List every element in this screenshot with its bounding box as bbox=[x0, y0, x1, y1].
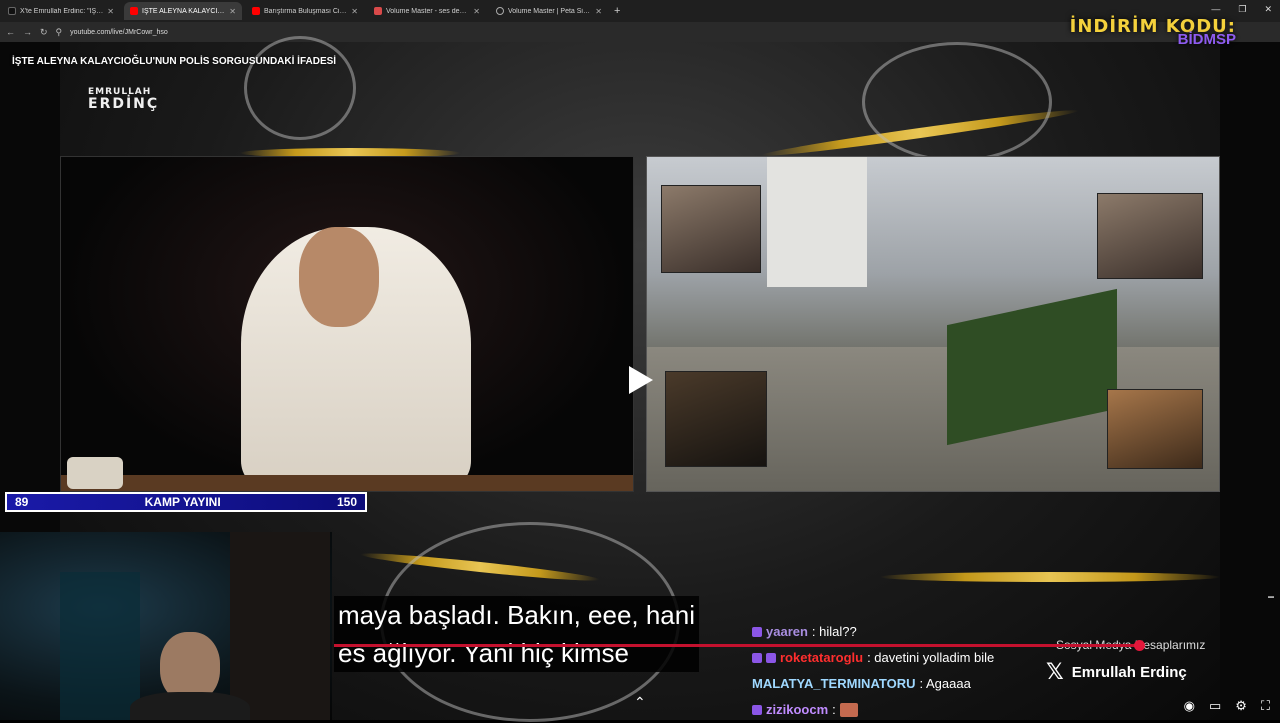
youtube-favicon-icon bbox=[252, 7, 260, 15]
photo-thumb bbox=[1107, 389, 1203, 469]
subtitle-box: maya başladı. Bakın, eee, hani es ağlıyo… bbox=[334, 596, 700, 672]
cup bbox=[67, 457, 123, 489]
tab-label: Volume Master - ses denetleyici bbox=[386, 7, 470, 15]
chat-username: yaaren bbox=[766, 624, 808, 639]
photo-thumb bbox=[665, 371, 767, 467]
promo-code-overlay: İNDİRİM KODU: BİDMSP bbox=[1070, 16, 1236, 48]
badge-icon bbox=[766, 653, 776, 663]
window-controls: — ❐ ✕ bbox=[1211, 4, 1272, 15]
building bbox=[767, 157, 867, 287]
browser-tab[interactable]: Volume Master - ses denetleyici✕ bbox=[368, 2, 486, 20]
stream-title: İŞTE ALEYNA KALAYCIOĞLU'NUN POLİS SORGUS… bbox=[12, 56, 337, 67]
close-icon[interactable]: ✕ bbox=[107, 7, 114, 16]
x-handle-text: Emrullah Erdinç bbox=[1071, 664, 1187, 681]
camp-label: KAMP YAYINI bbox=[144, 495, 221, 509]
camp-goal: 150 bbox=[336, 495, 357, 509]
badge-icon bbox=[752, 653, 762, 663]
camp-progress-bar: 89 KAMP YAYINI 150 bbox=[5, 492, 367, 512]
chat-message: roketataroglu : davetini yolladim bile bbox=[752, 645, 1052, 671]
magnifier-decor bbox=[244, 36, 356, 140]
new-tab-button[interactable]: + bbox=[614, 5, 620, 17]
tab-label: İŞTE ALEYNA KALAYCIOĞLU bbox=[142, 7, 225, 15]
play-icon[interactable] bbox=[629, 366, 653, 394]
forward-arrow-icon[interactable]: → bbox=[23, 27, 32, 37]
desk bbox=[61, 475, 633, 491]
side-indicator: ▬ bbox=[1268, 594, 1274, 600]
chat-message: yaaren : hilal?? bbox=[752, 619, 1052, 645]
photo-thumb bbox=[1097, 193, 1203, 279]
badge-icon bbox=[752, 627, 762, 637]
news-photo-panel bbox=[646, 156, 1220, 492]
decor-streak bbox=[880, 572, 1220, 582]
chat-username: roketataroglu bbox=[780, 650, 864, 665]
magnifier-decor bbox=[862, 42, 1052, 162]
fullscreen-icon[interactable]: ⛶ bbox=[1261, 698, 1270, 714]
progress-scrubber[interactable] bbox=[1134, 640, 1145, 651]
site-info-icon[interactable]: ⚲ bbox=[56, 27, 63, 38]
x-logo-icon: 𝕏 bbox=[1046, 660, 1064, 685]
close-icon[interactable]: ✕ bbox=[351, 7, 358, 16]
gear-icon[interactable]: ⚙ bbox=[1235, 698, 1247, 714]
store-favicon-icon bbox=[374, 7, 382, 15]
autoplay-icon[interactable]: ◉ bbox=[1184, 698, 1195, 714]
speaker-video-panel bbox=[60, 156, 634, 492]
tab-label: Volume Master | Peta Sittek bbox=[508, 7, 592, 15]
browser-tab[interactable]: Volume Master | Peta Sittek ✕ bbox=[490, 2, 608, 20]
reload-icon[interactable]: ↻ bbox=[40, 27, 48, 38]
url-field[interactable]: youtube.com/live/JMrCowr_hso bbox=[70, 29, 168, 36]
close-icon[interactable]: ✕ bbox=[473, 7, 480, 16]
photo-thumb bbox=[661, 185, 761, 273]
channel-logo: EMRULLAH ERDİNÇ bbox=[88, 88, 160, 112]
cc-icon[interactable]: ▭ bbox=[1209, 698, 1221, 714]
speaker-head bbox=[299, 227, 379, 327]
x-handle: 𝕏 Emrullah Erdinç bbox=[1046, 660, 1187, 685]
video-progress-bar[interactable] bbox=[334, 644, 1140, 647]
video-player[interactable]: İŞTE ALEYNA KALAYCIOĞLU'NUN POLİS SORGUS… bbox=[0, 36, 1280, 722]
tab-label: Barıştırma Buluşması Cinayetle bbox=[264, 7, 348, 15]
x-favicon-icon bbox=[8, 7, 16, 15]
tab-label: X'te Emrullah Erdinc: "İŞTE ALEY... bbox=[20, 7, 103, 15]
maximize-icon[interactable]: ❐ bbox=[1238, 4, 1246, 15]
subtitle-line-2: es ağlıyor. Yani hiç kimse bbox=[338, 638, 629, 668]
youtube-favicon-icon bbox=[130, 7, 138, 15]
back-arrow-icon[interactable]: ← bbox=[6, 27, 15, 37]
chat-text: : hilal?? bbox=[811, 624, 857, 639]
subtitle-line-1: maya başladı. Bakın, eee, hani bbox=[338, 600, 696, 630]
player-controls: ◉ ▭ ⚙ ⛶ bbox=[0, 692, 1280, 720]
close-window-icon[interactable]: ✕ bbox=[1264, 4, 1272, 15]
browser-tab[interactable]: Barıştırma Buluşması Cinayetle✕ bbox=[246, 2, 364, 20]
close-icon[interactable]: ✕ bbox=[595, 7, 602, 16]
browser-tab[interactable]: X'te Emrullah Erdinc: "İŞTE ALEY... ✕ bbox=[2, 2, 120, 20]
close-icon[interactable]: ✕ bbox=[229, 7, 236, 16]
camp-current: 89 bbox=[15, 495, 29, 509]
minimize-icon[interactable]: — bbox=[1211, 4, 1220, 15]
chat-text: : davetini yolladim bile bbox=[867, 650, 995, 665]
globe-favicon-icon bbox=[496, 7, 504, 15]
logo-text-bottom: ERDİNÇ bbox=[88, 96, 160, 112]
browser-tab-active[interactable]: İŞTE ALEYNA KALAYCIOĞLU ✕ bbox=[124, 2, 242, 20]
